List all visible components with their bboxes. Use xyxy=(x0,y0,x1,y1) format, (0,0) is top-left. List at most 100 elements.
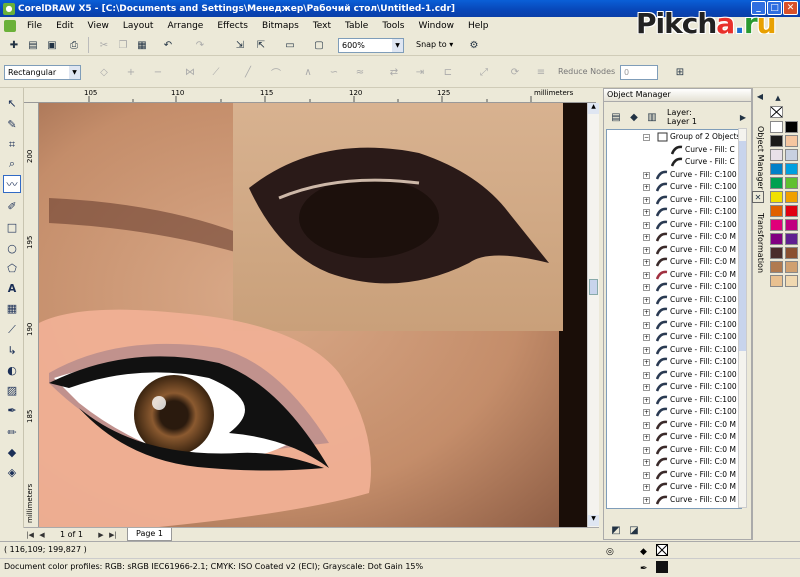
object-row[interactable]: + Curve - Fill: C:100 xyxy=(607,381,741,394)
interactive-fill-icon[interactable]: ◈ xyxy=(3,463,21,481)
delete-node-icon[interactable]: − xyxy=(150,64,166,80)
save-icon[interactable]: ▣ xyxy=(44,37,60,53)
color-swatch[interactable] xyxy=(785,247,798,259)
polygon-tool-icon[interactable]: ⬠ xyxy=(3,259,21,277)
object-row[interactable]: + Curve - Fill: C:0 M xyxy=(607,269,741,282)
cusp-node-icon[interactable]: ∧ xyxy=(300,64,316,80)
color-swatch[interactable] xyxy=(770,219,783,231)
object-row[interactable]: + Curve - Fill: C:100 xyxy=(607,344,741,357)
expand-icon[interactable]: + xyxy=(643,371,650,379)
expand-icon[interactable]: + xyxy=(643,446,650,454)
outline-tool-icon[interactable]: ✏ xyxy=(3,423,21,441)
expand-icon[interactable]: + xyxy=(643,234,650,241)
options-icon[interactable]: ⚙ xyxy=(466,37,482,53)
export-icon[interactable]: ⇱ xyxy=(253,37,269,53)
menu-view[interactable]: View xyxy=(81,21,116,31)
menu-tools[interactable]: Tools xyxy=(375,21,411,31)
object-row[interactable]: + Curve - Fill: C:0 M xyxy=(607,256,741,269)
smooth-node-icon[interactable]: ∽ xyxy=(326,64,342,80)
menu-layout[interactable]: Layout xyxy=(116,21,161,31)
object-row[interactable]: + Curve - Fill: C:0 M xyxy=(607,231,741,244)
expand-icon[interactable]: + xyxy=(643,396,650,404)
expand-icon[interactable]: + xyxy=(643,196,650,204)
expand-icon[interactable]: + xyxy=(643,171,650,179)
expand-icon[interactable]: + xyxy=(643,259,650,266)
object-row[interactable]: + Curve - Fill: C:0 M xyxy=(607,456,741,469)
expand-icon[interactable]: + xyxy=(643,334,650,341)
table-tool-icon[interactable]: ▦ xyxy=(3,299,21,317)
break-curve-icon[interactable]: ⟋ xyxy=(208,64,224,80)
last-page-icon[interactable]: ▶| xyxy=(107,529,119,541)
menu-file[interactable]: File xyxy=(20,21,49,31)
scroll-thumb[interactable] xyxy=(589,279,598,295)
menu-text[interactable]: Text xyxy=(306,21,338,31)
object-row[interactable]: + Curve - Fill: C:100 xyxy=(607,356,741,369)
open-icon[interactable]: ▤ xyxy=(25,37,41,53)
object-tree[interactable]: − Group of 2 Objects Curve - Fill: C Curv… xyxy=(606,129,742,509)
fill-none-swatch[interactable] xyxy=(656,544,668,556)
outline-color-swatch[interactable] xyxy=(656,561,668,573)
chevron-down-icon[interactable]: ▼ xyxy=(392,39,403,52)
edit-across-layers-icon[interactable]: ◆ xyxy=(626,109,642,125)
undo-icon[interactable]: ↶ xyxy=(160,37,176,53)
new-icon[interactable]: ✚ xyxy=(6,37,22,53)
align-nodes-icon[interactable]: ≡ xyxy=(533,64,549,80)
first-page-icon[interactable]: |◀ xyxy=(24,529,36,541)
color-swatch[interactable] xyxy=(770,205,783,217)
show-properties-icon[interactable]: ▤ xyxy=(608,109,624,125)
object-row[interactable]: + Curve - Fill: C:0 M xyxy=(607,469,741,482)
page-tab[interactable]: Page 1 xyxy=(126,528,172,541)
zoom-tool-icon[interactable]: ⌕ xyxy=(3,155,21,173)
expand-icon[interactable]: + xyxy=(643,346,650,354)
convert-to-line-icon[interactable]: ╱ xyxy=(240,64,256,80)
text-tool-icon[interactable]: A xyxy=(3,279,21,297)
color-swatch[interactable] xyxy=(770,163,783,175)
expand-icon[interactable]: + xyxy=(643,321,650,329)
new-master-layer-icon[interactable]: ◪ xyxy=(626,522,642,538)
eyedropper-tool-icon[interactable]: ✒ xyxy=(3,401,21,419)
object-row[interactable]: + Curve - Fill: C:100 xyxy=(607,194,741,207)
object-row[interactable]: + Curve - Fill: C:100 xyxy=(607,331,741,344)
blend-tool-icon[interactable]: ◐ xyxy=(3,361,21,379)
object-row[interactable]: Curve - Fill: C xyxy=(607,144,741,157)
scroll-down-icon[interactable]: ▼ xyxy=(588,515,599,526)
menu-bitmaps[interactable]: Bitmaps xyxy=(255,21,306,31)
expand-icon[interactable]: + xyxy=(643,484,650,491)
color-swatch[interactable] xyxy=(785,177,798,189)
import-icon[interactable]: ⇲ xyxy=(232,37,248,53)
docker-scroll-icon[interactable]: ◀ xyxy=(752,88,768,104)
tab-object-manager[interactable]: Object Manager xyxy=(756,126,765,190)
expand-icon[interactable]: + xyxy=(643,421,650,429)
convert-to-curve-icon[interactable]: ⌒ xyxy=(268,64,284,80)
object-row[interactable]: + Curve - Fill: C:0 M xyxy=(607,419,741,432)
expand-icon[interactable]: + xyxy=(643,309,650,316)
object-tree-scrollbar[interactable] xyxy=(738,128,747,508)
color-swatch[interactable] xyxy=(770,247,783,259)
expand-icon[interactable]: + xyxy=(643,284,650,291)
snap-to-dropdown[interactable]: Snap to ▾ xyxy=(416,40,453,49)
color-swatch[interactable] xyxy=(770,275,783,287)
color-swatch[interactable] xyxy=(785,191,798,203)
next-page-icon[interactable]: ▶ xyxy=(95,529,107,541)
close-docker-icon[interactable]: ✕ xyxy=(752,191,764,203)
pick-tool-icon[interactable]: ↖ xyxy=(3,94,21,112)
print-icon[interactable]: ⎙ xyxy=(66,37,82,53)
color-swatch[interactable] xyxy=(785,261,798,273)
cut-icon[interactable]: ✂ xyxy=(96,37,112,53)
fill-tool-icon[interactable]: ◆ xyxy=(3,443,21,461)
freehand-tool-icon[interactable]: 〰 xyxy=(3,175,21,193)
color-swatch[interactable] xyxy=(785,233,798,245)
expand-icon[interactable]: + xyxy=(643,459,650,466)
flyout-arrow-icon[interactable]: ▶ xyxy=(735,109,751,125)
menu-window[interactable]: Window xyxy=(411,21,461,31)
expand-icon[interactable]: + xyxy=(643,221,650,229)
shape-tool-icon[interactable]: ✎ xyxy=(3,115,21,133)
rotate-nodes-icon[interactable]: ⟳ xyxy=(507,64,523,80)
transparency-tool-icon[interactable]: ▨ xyxy=(3,381,21,399)
expand-icon[interactable]: + xyxy=(643,471,650,479)
application-launcher-icon[interactable]: ▭ xyxy=(282,37,298,53)
menu-effects[interactable]: Effects xyxy=(210,21,255,31)
scroll-up-icon[interactable]: ▲ xyxy=(588,103,599,114)
symmetrical-node-icon[interactable]: ≈ xyxy=(352,64,368,80)
redo-icon[interactable]: ↷ xyxy=(192,37,208,53)
